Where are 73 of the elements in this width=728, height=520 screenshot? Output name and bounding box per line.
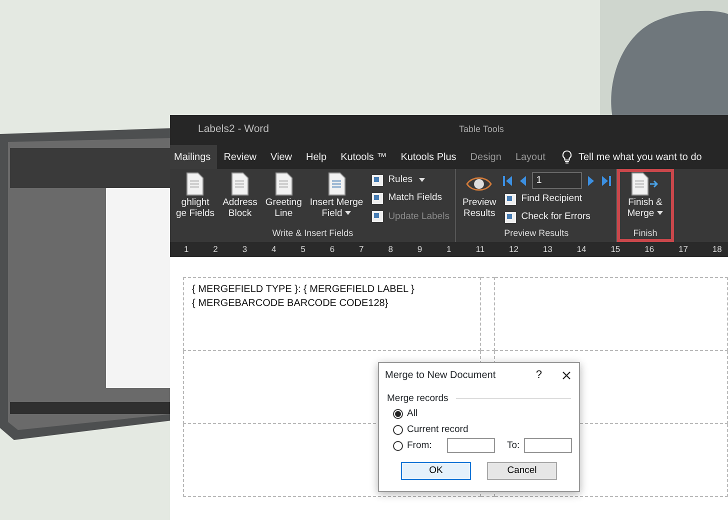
ruler-number: 12 [508, 243, 518, 256]
to-field[interactable] [524, 438, 572, 454]
ruler-number: 14 [576, 243, 586, 256]
field-code: { MERGEBARCODE BARCODE CODE128} [192, 297, 390, 311]
last-record-icon[interactable] [601, 174, 612, 186]
ruler-number: 1 [446, 243, 452, 256]
close-icon [562, 370, 571, 380]
ruler-number: 15 [610, 243, 620, 256]
group-label: Write & Insert Fields [271, 226, 354, 240]
ruler-number: 6 [330, 243, 335, 256]
ruler-number: 18 [712, 243, 722, 256]
option-label: All [407, 406, 418, 421]
help-button[interactable]: ? [534, 367, 544, 384]
document-icon [186, 172, 204, 196]
ribbon-tab[interactable]: Layout [508, 145, 552, 169]
window-title: Labels2 - Word [198, 122, 270, 138]
ribbon-tab[interactable]: Review [216, 145, 264, 169]
record-field[interactable]: 1 [532, 172, 582, 189]
from-field[interactable] [447, 438, 495, 454]
ribbon-button[interactable]: Preview Results [460, 172, 498, 220]
cancel-button[interactable]: Cancel [487, 462, 557, 480]
ribbon-tab[interactable]: Kutools Plus [394, 145, 464, 169]
ruler-number: 7 [359, 243, 364, 256]
radio-button[interactable] [393, 424, 403, 435]
ruler-number: 3 [242, 243, 248, 256]
lightbulb-icon [562, 150, 572, 164]
document-icon [631, 172, 660, 196]
tell-me-search[interactable]: Tell me what you want to do [578, 150, 702, 164]
document-icon [328, 172, 346, 196]
context-title: Table Tools [459, 123, 504, 136]
ribbon-button[interactable]: Match Fields [369, 190, 452, 206]
ruler-number: 8 [388, 243, 393, 256]
ribbon-button[interactable]: Check for Errors [502, 209, 612, 226]
first-record-icon[interactable] [502, 174, 514, 186]
document-icon [230, 172, 249, 196]
ruler-number: 17 [678, 243, 688, 256]
group-label: Finish [632, 226, 658, 240]
ribbon-button[interactable]: Address Block [220, 172, 260, 220]
ruler-number: 1 [184, 243, 189, 256]
ruler-number: 11 [476, 243, 485, 256]
radio-button[interactable] [393, 440, 403, 451]
group-label: Preview Results [503, 226, 570, 240]
to-label: To: [507, 438, 520, 453]
radio-button[interactable] [393, 408, 403, 419]
ribbon-button[interactable]: ghlight ge Fields [174, 172, 217, 220]
field-code: { MERGEFIELD TYPE }: { MERGEFIELD LABEL } [192, 283, 416, 297]
ruler-number: 9 [417, 243, 422, 256]
ruler-number: 5 [300, 243, 306, 256]
section-label: Merge records [387, 392, 448, 406]
ruler-number: 4 [272, 243, 276, 256]
field-icon [371, 174, 384, 187]
field-icon [371, 192, 384, 205]
ribbon-tab[interactable]: View [263, 145, 299, 169]
document-icon [274, 172, 293, 196]
ribbon-tab[interactable]: Kutools ™ [334, 145, 394, 169]
option-label: Current record [407, 422, 468, 437]
ruler-number: 2 [213, 243, 218, 256]
ribbon-button[interactable]: Greeting Line [263, 172, 304, 220]
ruler-number: 13 [542, 243, 552, 256]
ribbon-tab[interactable]: Design [463, 145, 508, 169]
ok-button[interactable]: OK [401, 462, 471, 480]
ribbon-button[interactable]: Finish & Merge [625, 172, 666, 220]
field-icon [504, 192, 518, 206]
ruler-number: 16 [644, 243, 654, 256]
field-icon [371, 210, 384, 224]
ribbon-tab[interactable]: Help [298, 145, 334, 169]
ribbon-tab[interactable]: Mailings [170, 145, 217, 169]
field-icon [504, 210, 518, 224]
ribbon-button[interactable]: Insert Merge Field [308, 172, 366, 220]
dialog-title: Merge to New Document [385, 368, 497, 383]
ribbon-button[interactable]: Find Recipient [502, 191, 612, 208]
ribbon-button[interactable]: Rules [369, 172, 452, 188]
option-label: From: [407, 438, 433, 453]
